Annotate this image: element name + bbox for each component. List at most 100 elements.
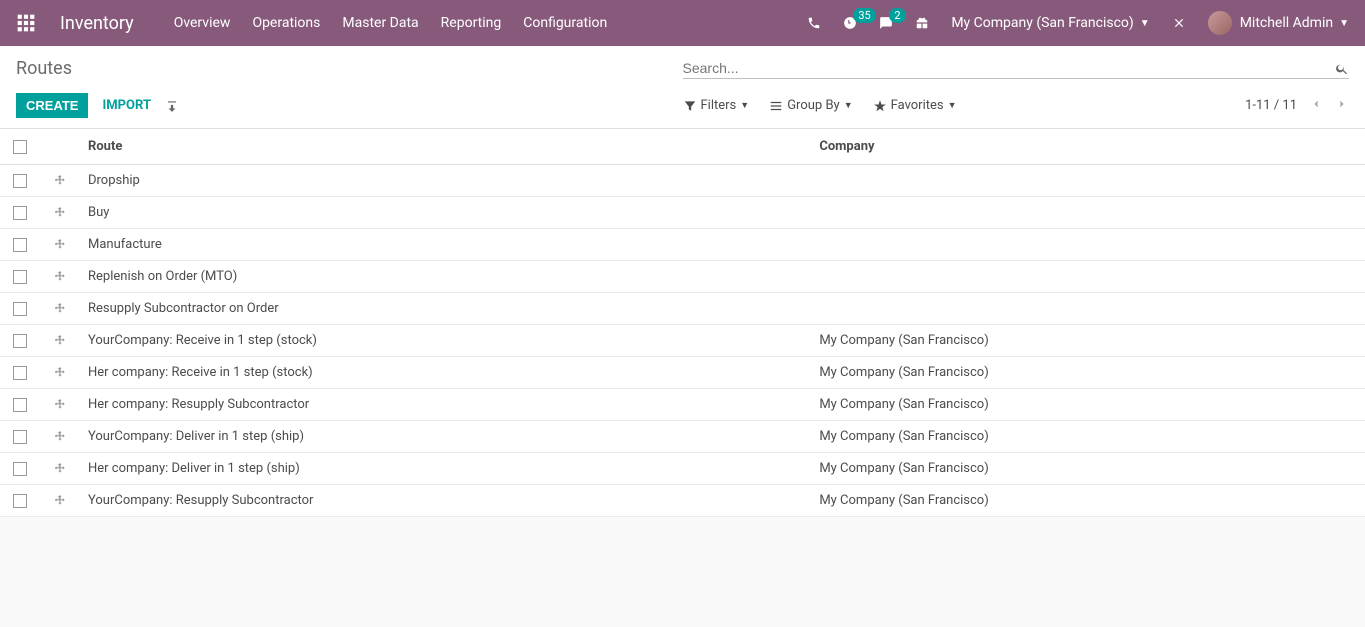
cell-route: Manufacture — [80, 229, 811, 261]
table-row[interactable]: Her company: Resupply SubcontractorMy Co… — [0, 389, 1365, 421]
drag-handle-icon[interactable] — [53, 269, 67, 284]
table-row[interactable]: Dropship — [0, 165, 1365, 197]
company-switcher[interactable]: My Company (San Francisco) ▼ — [951, 15, 1149, 31]
activity-icon[interactable]: 35 — [843, 16, 857, 30]
cell-route: Replenish on Order (MTO) — [80, 261, 811, 293]
caret-down-icon: ▼ — [1140, 18, 1150, 29]
activity-badge: 35 — [853, 8, 875, 23]
menu-configuration[interactable]: Configuration — [523, 15, 607, 31]
favorites-label: Favorites — [891, 98, 944, 113]
row-checkbox[interactable] — [13, 494, 27, 508]
table-row[interactable]: Buy — [0, 197, 1365, 229]
debug-icon[interactable] — [1172, 16, 1186, 30]
filters-dropdown[interactable]: Filters ▼ — [683, 98, 750, 113]
apps-icon[interactable] — [16, 13, 36, 33]
pager-info[interactable]: 1-11 / 11 — [1245, 98, 1297, 113]
caret-down-icon: ▼ — [844, 100, 853, 111]
search-icon[interactable] — [1335, 58, 1349, 78]
drag-handle-icon[interactable] — [53, 173, 67, 188]
table-row[interactable]: Resupply Subcontractor on Order — [0, 293, 1365, 325]
table-row[interactable]: YourCompany: Deliver in 1 step (ship)My … — [0, 421, 1365, 453]
cell-company — [811, 229, 1365, 261]
row-checkbox[interactable] — [13, 462, 27, 476]
table-row[interactable]: Replenish on Order (MTO) — [0, 261, 1365, 293]
cell-route: Buy — [80, 197, 811, 229]
searchview[interactable] — [683, 58, 1350, 79]
caret-down-icon: ▼ — [740, 100, 749, 111]
navbar: Inventory Overview Operations Master Dat… — [0, 0, 1365, 46]
cell-company: My Company (San Francisco) — [811, 357, 1365, 389]
export-button[interactable] — [165, 98, 179, 113]
table-row[interactable]: Manufacture — [0, 229, 1365, 261]
drag-handle-icon[interactable] — [53, 205, 67, 220]
favorites-dropdown[interactable]: Favorites ▼ — [873, 98, 957, 113]
cell-route: Resupply Subcontractor on Order — [80, 293, 811, 325]
cell-route: YourCompany: Resupply Subcontractor — [80, 485, 811, 517]
filters-label: Filters — [701, 98, 737, 113]
cell-route: Dropship — [80, 165, 811, 197]
drag-handle-icon[interactable] — [53, 333, 67, 348]
cell-company: My Company (San Francisco) — [811, 389, 1365, 421]
drag-handle-icon[interactable] — [53, 461, 67, 476]
drag-handle-icon[interactable] — [53, 397, 67, 412]
cell-company — [811, 165, 1365, 197]
cell-route: YourCompany: Receive in 1 step (stock) — [80, 325, 811, 357]
control-panel: Routes CREATE IMPORT Filters ▼ — [0, 46, 1365, 129]
menu-overview[interactable]: Overview — [174, 15, 231, 31]
systray: 35 2 My Company (San Francisco) ▼ Mitche… — [807, 11, 1349, 35]
drag-handle-icon[interactable] — [53, 429, 67, 444]
breadcrumb: Routes — [16, 58, 683, 79]
discuss-badge: 2 — [889, 8, 905, 23]
row-checkbox[interactable] — [13, 398, 27, 412]
row-checkbox[interactable] — [13, 174, 27, 188]
menu-reporting[interactable]: Reporting — [441, 15, 502, 31]
import-button[interactable]: IMPORT — [102, 98, 151, 113]
cell-company: My Company (San Francisco) — [811, 325, 1365, 357]
menu: Overview Operations Master Data Reportin… — [174, 15, 808, 31]
pager-next[interactable] — [1335, 96, 1349, 115]
user-menu[interactable]: Mitchell Admin ▼ — [1208, 11, 1349, 35]
cell-company: My Company (San Francisco) — [811, 421, 1365, 453]
user-name: Mitchell Admin — [1240, 15, 1333, 31]
menu-master-data[interactable]: Master Data — [342, 15, 418, 31]
cell-company — [811, 197, 1365, 229]
table-row[interactable]: YourCompany: Resupply SubcontractorMy Co… — [0, 485, 1365, 517]
table-row[interactable]: YourCompany: Receive in 1 step (stock)My… — [0, 325, 1365, 357]
row-checkbox[interactable] — [13, 206, 27, 220]
discuss-icon[interactable]: 2 — [879, 16, 893, 30]
cell-route: Her company: Resupply Subcontractor — [80, 389, 811, 421]
groupby-dropdown[interactable]: Group By ▼ — [769, 98, 852, 113]
row-checkbox[interactable] — [13, 238, 27, 252]
row-checkbox[interactable] — [13, 334, 27, 348]
cell-company — [811, 261, 1365, 293]
drag-handle-icon[interactable] — [53, 493, 67, 508]
cell-route: Her company: Deliver in 1 step (ship) — [80, 453, 811, 485]
menu-operations[interactable]: Operations — [252, 15, 320, 31]
row-checkbox[interactable] — [13, 430, 27, 444]
caret-down-icon: ▼ — [1339, 18, 1349, 29]
column-company[interactable]: Company — [811, 129, 1365, 165]
search-input[interactable] — [683, 58, 1336, 78]
column-route[interactable]: Route — [80, 129, 811, 165]
create-button[interactable]: CREATE — [16, 93, 88, 118]
row-checkbox[interactable] — [13, 270, 27, 284]
drag-handle-icon[interactable] — [53, 365, 67, 380]
avatar — [1208, 11, 1232, 35]
cell-route: YourCompany: Deliver in 1 step (ship) — [80, 421, 811, 453]
pager: 1-11 / 11 — [1245, 96, 1349, 115]
table-row[interactable]: Her company: Deliver in 1 step (ship)My … — [0, 453, 1365, 485]
table-row[interactable]: Her company: Receive in 1 step (stock)My… — [0, 357, 1365, 389]
cell-company — [811, 293, 1365, 325]
drag-handle-icon[interactable] — [53, 301, 67, 316]
groupby-label: Group By — [787, 98, 840, 113]
cell-company: My Company (San Francisco) — [811, 485, 1365, 517]
app-name[interactable]: Inventory — [60, 13, 134, 34]
drag-handle-icon[interactable] — [53, 237, 67, 252]
row-checkbox[interactable] — [13, 302, 27, 316]
cell-route: Her company: Receive in 1 step (stock) — [80, 357, 811, 389]
pager-prev[interactable] — [1309, 96, 1323, 115]
header-checkbox[interactable] — [0, 129, 40, 165]
row-checkbox[interactable] — [13, 366, 27, 380]
phone-icon[interactable] — [807, 16, 821, 30]
gift-icon[interactable] — [915, 16, 929, 30]
